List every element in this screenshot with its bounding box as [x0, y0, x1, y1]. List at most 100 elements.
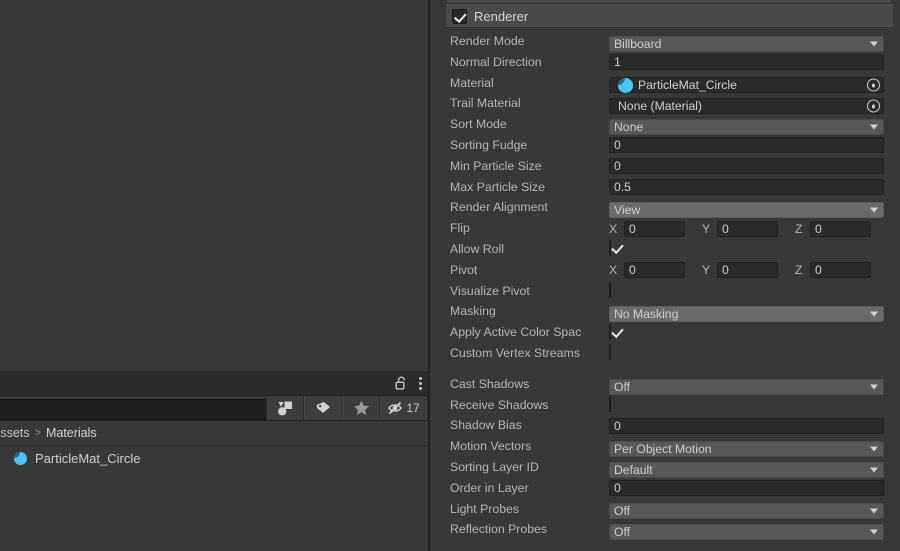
- object-field-value: ParticleMat_Circle: [638, 78, 737, 93]
- pivot-xyz-group: X 0 Y 0 Z 0: [609, 262, 884, 279]
- flip-y-input[interactable]: 0: [717, 220, 778, 237]
- row-label: Apply Active Color Spac: [450, 325, 582, 340]
- render-alignment-dropdown[interactable]: View: [609, 202, 884, 219]
- breadcrumb: Assets > Materials: [0, 421, 428, 446]
- row-label: Flip: [450, 221, 470, 236]
- component-header-renderer[interactable]: Renderer: [446, 4, 896, 27]
- max-particle-size-input[interactable]: 0.5: [609, 179, 884, 196]
- field-value: 0: [614, 159, 621, 174]
- row-label: Reflection Probes: [450, 522, 548, 537]
- custom-vertex-streams-checkbox[interactable]: [609, 344, 611, 361]
- dropdown-value: Default: [614, 462, 653, 477]
- row-visualize-pivot: Visualize Pivot: [440, 281, 900, 302]
- padlock-open-icon[interactable]: [395, 376, 408, 390]
- masking-dropdown[interactable]: No Masking: [609, 306, 884, 323]
- pivot-x-input[interactable]: 0: [624, 262, 685, 279]
- row-label: Allow Roll: [450, 241, 504, 256]
- flip-x-input[interactable]: 0: [624, 220, 685, 237]
- chevron-down-icon: [870, 529, 878, 535]
- render-mode-dropdown[interactable]: Billboard: [609, 35, 884, 52]
- panel-divider-vertical[interactable]: [428, 0, 430, 551]
- field-value: 0: [614, 418, 621, 433]
- component-title: Renderer: [474, 8, 529, 24]
- breadcrumb-separator-icon: >: [34, 427, 41, 439]
- dropdown-value: Off: [614, 504, 631, 519]
- list-item-label: ParticleMat_Circle: [35, 451, 141, 466]
- field-value: 1: [614, 55, 621, 70]
- favorites-star-icon[interactable]: [342, 396, 380, 420]
- object-picker-icon[interactable]: [867, 78, 880, 92]
- row-motion-vectors: Motion Vectors Per Object Motion: [440, 436, 900, 458]
- shadow-bias-input[interactable]: 0: [609, 417, 884, 434]
- apply-active-color-space-checkbox[interactable]: [609, 323, 611, 340]
- axis-label-x: X: [609, 221, 618, 236]
- light-probes-dropdown[interactable]: Off: [609, 503, 884, 520]
- row-label: Masking: [450, 304, 496, 319]
- pivot-y-input[interactable]: 0: [717, 262, 778, 279]
- axis-label-y: Y: [702, 263, 711, 278]
- custom-vertex-streams-checkbox-wrap: [609, 344, 611, 361]
- row-reflection-probes: Reflection Probes Off: [440, 519, 900, 541]
- row-min-particle-size: Min Particle Size 0: [440, 156, 900, 177]
- row-allow-roll: Allow Roll: [440, 239, 900, 260]
- kebab-menu-icon[interactable]: [418, 376, 422, 390]
- field-value: 0: [614, 138, 621, 153]
- breadcrumb-current[interactable]: Materials: [46, 426, 97, 440]
- row-trail-material: Trail Material None (Material): [440, 93, 900, 115]
- sort-mode-dropdown[interactable]: None: [609, 119, 884, 136]
- project-panel-toolbar: 17: [0, 396, 428, 421]
- field-value: 0: [629, 221, 636, 236]
- receive-shadows-checkbox[interactable]: [609, 396, 611, 413]
- row-label: Sorting Fudge: [450, 137, 528, 152]
- row-masking: Masking No Masking: [440, 301, 900, 323]
- hidden-items-toggle[interactable]: 17: [380, 396, 428, 420]
- order-in-layer-input[interactable]: 0: [609, 480, 884, 497]
- visualize-pivot-checkbox-wrap: [609, 282, 611, 299]
- row-material: Material ParticleMat_Circle: [440, 73, 900, 94]
- row-label: Material: [450, 75, 494, 90]
- flip-z-input[interactable]: 0: [810, 220, 871, 237]
- row-label: Light Probes: [450, 501, 520, 516]
- normal-direction-input[interactable]: 1: [609, 54, 884, 71]
- row-label: Shadow Bias: [450, 418, 522, 433]
- row-label: Min Particle Size: [450, 158, 542, 173]
- flip-xyz-group: X 0 Y 0 Z 0: [609, 220, 884, 237]
- row-shadow-bias: Shadow Bias 0: [440, 415, 900, 436]
- axis-label-x: X: [609, 263, 618, 278]
- inspector-scrollbar[interactable]: [893, 0, 898, 551]
- axis-label-z: Z: [795, 263, 803, 278]
- cast-shadows-dropdown[interactable]: Off: [609, 378, 884, 395]
- allow-roll-checkbox[interactable]: [609, 240, 611, 257]
- chevron-down-icon: [870, 508, 878, 514]
- material-sphere-icon: [618, 77, 633, 93]
- unity-editor-window: 17 Assets > Materials ParticleMat_Circle…: [0, 0, 900, 551]
- list-item[interactable]: ParticleMat_Circle: [0, 446, 428, 471]
- checkbox-checked-icon[interactable]: [452, 8, 467, 24]
- dropdown-value: View: [614, 203, 641, 218]
- material-object-field[interactable]: ParticleMat_Circle: [609, 77, 884, 94]
- row-label: Sorting Layer ID: [450, 459, 539, 474]
- reflection-probes-dropdown[interactable]: Off: [609, 524, 884, 541]
- row-label: Normal Direction: [450, 54, 542, 69]
- chevron-down-icon: [870, 384, 878, 390]
- chevron-down-icon: [870, 446, 878, 452]
- row-label: Pivot: [450, 262, 478, 277]
- breadcrumb-root[interactable]: Assets: [0, 426, 30, 440]
- dropdown-value: Billboard: [614, 36, 662, 51]
- chevron-down-icon: [870, 207, 878, 213]
- visualize-pivot-checkbox[interactable]: [609, 282, 611, 299]
- search-input[interactable]: [0, 399, 274, 420]
- row-pivot: Pivot X 0 Y 0 Z 0: [440, 260, 900, 281]
- trail-material-object-field[interactable]: None (Material): [609, 98, 884, 115]
- row-label: Receive Shadows: [450, 397, 549, 412]
- pivot-z-input[interactable]: 0: [810, 262, 871, 279]
- sorting-layer-id-dropdown[interactable]: Default: [609, 461, 884, 478]
- inspector-rows: Render Mode Billboard Normal Direction 1…: [440, 31, 900, 541]
- filter-by-label-icon[interactable]: [304, 396, 342, 420]
- sorting-fudge-input[interactable]: 0: [609, 137, 884, 154]
- object-picker-icon[interactable]: [867, 99, 880, 113]
- motion-vectors-dropdown[interactable]: Per Object Motion: [609, 441, 884, 458]
- min-particle-size-input[interactable]: 0: [609, 158, 884, 175]
- filter-by-type-icon[interactable]: [266, 396, 304, 420]
- row-sort-mode: Sort Mode None: [440, 114, 900, 136]
